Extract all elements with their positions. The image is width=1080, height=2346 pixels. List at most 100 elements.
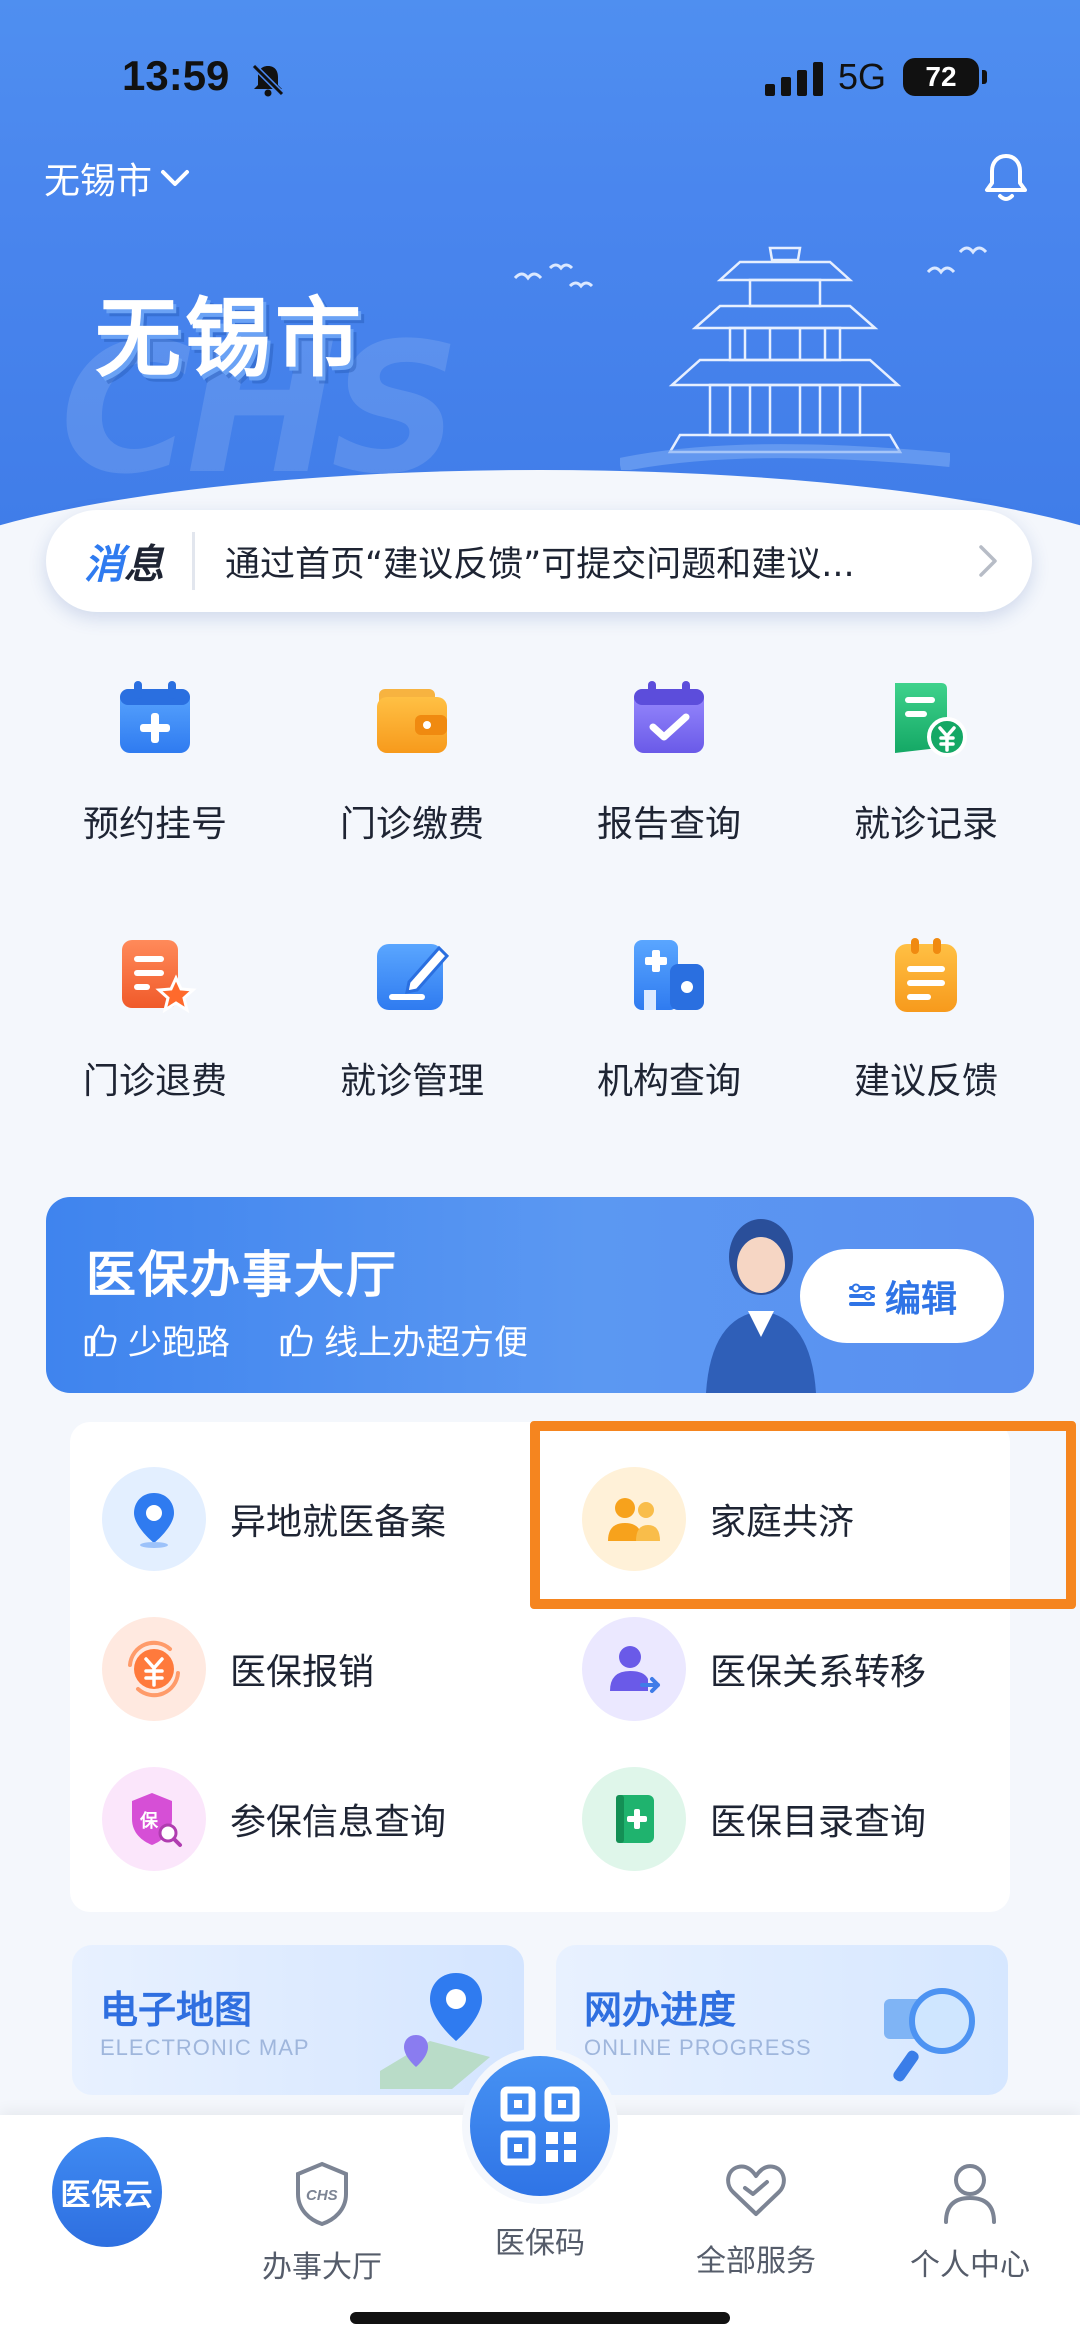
quick-item-feedback[interactable]: 建议反馈 xyxy=(796,932,1056,1104)
insurance-shield-search-icon: 保 xyxy=(132,1793,182,1847)
refund-star-icon xyxy=(122,940,197,1014)
pagoda-illustration xyxy=(620,246,950,470)
message-tag-first: 消 xyxy=(84,542,124,588)
quick-item-label: 机构查询 xyxy=(596,1061,741,1102)
quick-item-report[interactable]: 报告查询 xyxy=(539,675,799,847)
catalog-book-icon xyxy=(616,1795,654,1843)
highlight-frame xyxy=(530,1421,1076,1609)
mute-bell-icon xyxy=(251,63,285,97)
edit-label: 编辑 xyxy=(884,1279,957,1320)
yen-refresh-icon xyxy=(128,1640,180,1698)
hall-icon-bg xyxy=(582,1767,686,1871)
nav-label: 全部服务 xyxy=(696,2244,816,2279)
hall-tags: 少跑路 线上办超方便 xyxy=(82,1315,528,1364)
hall-item-insurance-info[interactable]: 保 参保信息查询 xyxy=(102,1767,446,1871)
nav-label: 办事大厅 xyxy=(262,2250,382,2285)
quick-item-label: 报告查询 xyxy=(596,804,741,845)
home-indicator xyxy=(350,2312,730,2324)
nav-label: 个人中心 xyxy=(910,2248,1030,2283)
notification-bell-icon[interactable] xyxy=(980,150,1032,206)
promo-electronic-map[interactable]: 电子地图 ELECTRONIC MAP xyxy=(72,1945,524,2095)
nav-label: 医保码 xyxy=(495,2226,585,2261)
quick-item-label: 就诊管理 xyxy=(339,1061,484,1102)
message-text: 通过首页“建议反馈”可提交问题和建议... xyxy=(225,544,855,585)
hall-tag-2: 线上办超方便 xyxy=(324,1323,528,1363)
hall-item-relation-transfer[interactable]: 医保关系转移 xyxy=(582,1617,926,1721)
svg-text:CHS: CHS xyxy=(306,2187,338,2204)
list-filter-icon xyxy=(848,1283,875,1306)
divider xyxy=(192,532,195,590)
chevron-right-icon xyxy=(979,545,997,577)
hall-icon-bg xyxy=(582,1617,686,1721)
service-hall-banner: 医保办事大厅 少跑路 线上办超方便 编辑 xyxy=(46,1197,1034,1393)
nav-profile[interactable]: 个人中心 xyxy=(870,2160,1070,2284)
hall-item-catalog[interactable]: 医保目录查询 xyxy=(582,1767,926,1871)
hall-icon-bg: 保 xyxy=(102,1767,206,1871)
user-icon xyxy=(944,2164,996,2224)
message-tag-rest: 息 xyxy=(124,542,164,588)
hall-item-label: 医保目录查询 xyxy=(710,1802,927,1843)
quick-item-label: 预约挂号 xyxy=(82,804,227,845)
promo-subtitle: ONLINE PROGRESS xyxy=(584,2035,812,2060)
promo-subtitle: ELECTRONIC MAP xyxy=(100,2035,310,2060)
thumbs-up-icon xyxy=(84,1324,117,1356)
receipt-yen-icon xyxy=(895,683,967,757)
user-transfer-icon xyxy=(610,1646,660,1693)
chevron-down-icon xyxy=(161,170,190,186)
quick-item-label: 就诊记录 xyxy=(853,804,998,845)
hall-item-reimbursement[interactable]: 医保报销 xyxy=(102,1617,374,1721)
quick-item-institution[interactable]: 机构查询 xyxy=(539,932,799,1104)
nav-home-label: 医保云 xyxy=(60,2178,154,2213)
hall-icon-bg xyxy=(102,1617,206,1721)
battery-icon: 72 xyxy=(903,58,987,96)
promo-online-progress[interactable]: 网办进度 ONLINE PROGRESS xyxy=(556,1945,1008,2095)
chs-shield-icon: CHS xyxy=(296,2161,348,2227)
hero-title: 无锡市 xyxy=(95,288,365,389)
quick-item-payment[interactable]: 门诊缴费 xyxy=(282,675,542,847)
wallet-icon xyxy=(377,689,447,753)
battery-level: 72 xyxy=(925,61,957,92)
quick-item-records[interactable]: 就诊记录 xyxy=(796,675,1056,847)
quick-item-visit-manage[interactable]: 就诊管理 xyxy=(282,932,542,1104)
quick-item-label: 门诊退费 xyxy=(82,1061,227,1102)
nav-home[interactable]: 医保云 xyxy=(52,2137,162,2247)
edit-pen-icon xyxy=(377,944,450,1010)
status-time: 13:59 xyxy=(122,52,230,99)
promo-title: 网办进度 xyxy=(584,1988,737,2032)
hall-item-label: 参保信息查询 xyxy=(230,1802,447,1843)
status-bar: 13:59 5G 72 xyxy=(0,0,1080,160)
location-pin-icon xyxy=(134,1493,174,1548)
signal-icon xyxy=(765,62,823,96)
quick-item-appointment[interactable]: 预约挂号 xyxy=(25,675,285,847)
heart-icon xyxy=(726,2164,786,2216)
hall-tag-1: 少跑路 xyxy=(128,1323,230,1363)
quick-item-label: 建议反馈 xyxy=(853,1061,998,1102)
nav-all-services[interactable]: 全部服务 xyxy=(656,2160,856,2280)
hall-icon-bg xyxy=(102,1467,206,1571)
magnifier-document-icon xyxy=(884,1988,975,2082)
clipboard-feedback-icon xyxy=(895,938,957,1012)
hospital-building-icon xyxy=(634,940,704,1010)
message-tag: 消 息 xyxy=(84,532,164,590)
calendar-plus-icon xyxy=(120,681,190,753)
thumbs-up-icon xyxy=(280,1324,313,1356)
birds-icon xyxy=(513,263,594,289)
city-selector[interactable]: 无锡市 xyxy=(44,152,190,204)
hall-item-label: 医保报销 xyxy=(230,1652,375,1693)
edit-button[interactable]: 编辑 xyxy=(800,1249,1004,1343)
calendar-check-icon xyxy=(634,681,704,753)
nav-service-hall[interactable]: CHS 办事大厅 xyxy=(222,2160,422,2286)
hall-item-label: 异地就医备案 xyxy=(230,1502,447,1543)
hall-item-label: 医保关系转移 xyxy=(710,1652,927,1693)
promo-title: 电子地图 xyxy=(100,1988,253,2032)
message-bar[interactable]: 消 息 通过首页“建议反馈”可提交问题和建议... xyxy=(46,510,1032,612)
qr-code-icon xyxy=(500,2086,580,2166)
quick-item-refund[interactable]: 门诊退费 xyxy=(25,932,285,1104)
qr-code-button[interactable] xyxy=(462,2048,618,2204)
network-type: 5G xyxy=(838,56,887,97)
hall-title: 医保办事大厅 xyxy=(86,1246,398,1304)
hall-item-offsite-filing[interactable]: 异地就医备案 xyxy=(102,1467,446,1571)
svg-text:保: 保 xyxy=(139,1810,159,1832)
quick-item-label: 门诊缴费 xyxy=(339,804,484,845)
city-label: 无锡市 xyxy=(44,161,153,202)
